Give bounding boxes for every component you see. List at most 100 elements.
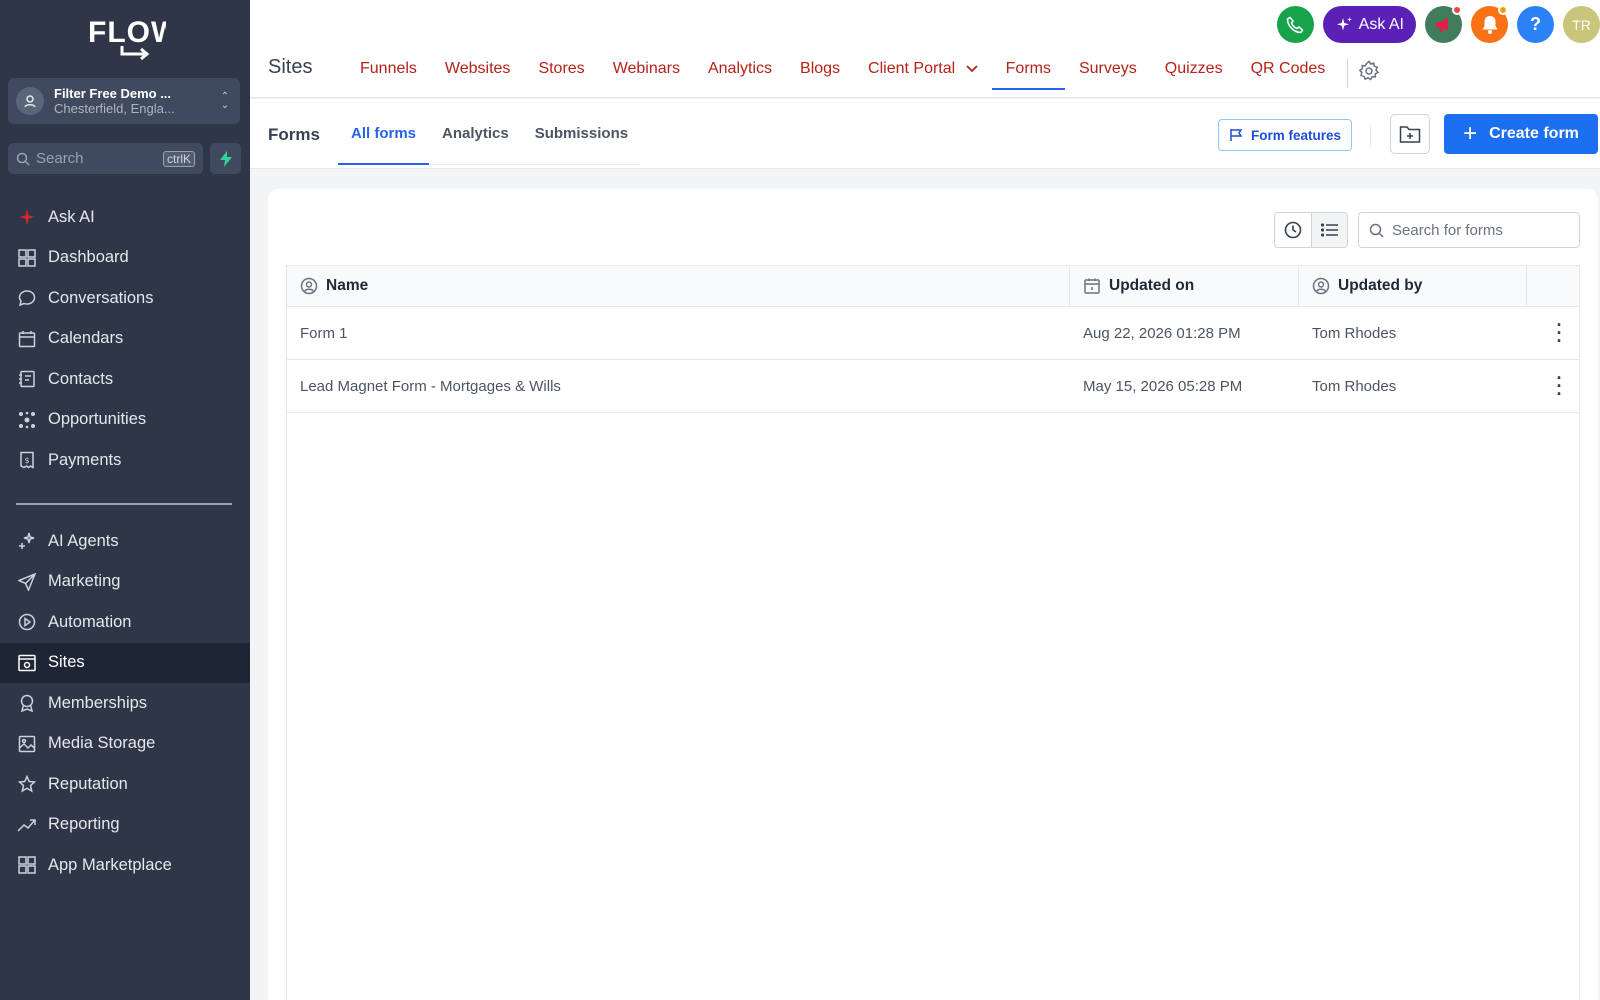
column-updated-by-label: Updated by xyxy=(1338,277,1423,294)
sidebar-item-label: Reporting xyxy=(48,815,120,834)
automation-icon xyxy=(17,612,37,632)
sites-icon xyxy=(17,653,37,673)
sidebar-item-label: Media Storage xyxy=(48,734,156,753)
top-nav-websites[interactable]: Websites xyxy=(431,50,525,90)
forms-table: Name Updated on Updated by Form 1 Aug 22… xyxy=(286,265,1580,1000)
tab-submissions[interactable]: Submissions xyxy=(522,113,641,164)
sidebar-item-media-storage[interactable]: Media Storage xyxy=(0,724,250,765)
sidebar-item-sites[interactable]: Sites xyxy=(0,642,250,683)
sidebar-item-label: Contacts xyxy=(48,369,114,388)
form-updated-on: Aug 22, 2026 01:28 PM xyxy=(1083,324,1241,342)
form-updated-by: Tom Rhodes xyxy=(1312,324,1397,342)
flow-logo[interactable]: FLOW xyxy=(86,12,179,62)
settings-gear-icon[interactable] xyxy=(1358,50,1380,90)
top-nav-client-portal-label: Client Portal xyxy=(868,60,956,77)
avatar-initials: TR xyxy=(1572,16,1591,33)
top-nav-client-portal[interactable]: Client Portal xyxy=(854,50,992,90)
form-name[interactable]: Form 1 xyxy=(287,325,1070,342)
ask-ai-label: Ask AI xyxy=(1358,15,1404,33)
list-view-button[interactable] xyxy=(1311,213,1347,247)
sidebar-item-label: Dashboard xyxy=(48,248,129,267)
top-nav-funnels[interactable]: Funnels xyxy=(346,50,431,90)
opportunities-icon xyxy=(17,410,37,430)
sidebar-item-ask-ai[interactable]: Ask AI xyxy=(0,197,250,238)
nav-separator xyxy=(1347,58,1349,88)
sidebar-item-reporting[interactable]: Reporting xyxy=(0,805,250,846)
top-nav-forms[interactable]: Forms xyxy=(991,50,1066,90)
view-toggle xyxy=(1274,212,1348,248)
sidebar-item-marketing[interactable]: Marketing xyxy=(0,562,250,603)
top-nav-blogs[interactable]: Blogs xyxy=(786,50,854,90)
sidebar-item-reputation[interactable]: Reputation xyxy=(0,764,250,805)
account-location: Chesterfield, Engla... xyxy=(54,101,175,116)
recent-view-button[interactable] xyxy=(1275,213,1311,247)
sidebar-item-label: Payments xyxy=(48,450,122,469)
form-updated-on: May 15, 2026 05:28 PM xyxy=(1083,377,1243,395)
svg-text:FLOW: FLOW xyxy=(88,16,166,49)
ai-agents-icon xyxy=(17,531,37,551)
help-icon: ? xyxy=(1530,14,1541,34)
row-menu-button[interactable]: · · · xyxy=(1527,316,1579,350)
sidebar-search[interactable]: Search ctrlK xyxy=(8,143,203,174)
tab-all-forms[interactable]: All forms xyxy=(338,113,430,165)
quick-actions-button[interactable] xyxy=(210,143,241,174)
announcements-button[interactable] xyxy=(1425,5,1462,43)
notification-dot xyxy=(1452,5,1462,15)
column-updated-on-label: Updated on xyxy=(1109,277,1195,294)
account-switcher[interactable]: Filter Free Demo ... Chesterfield, Engla… xyxy=(8,78,240,124)
ask-ai-button[interactable]: Ask AI xyxy=(1322,6,1416,43)
top-nav-webinars[interactable]: Webinars xyxy=(599,50,694,90)
column-actions xyxy=(1527,266,1579,306)
header-separator xyxy=(1370,125,1371,147)
sidebar-item-dashboard[interactable]: Dashboard xyxy=(0,238,250,279)
top-nav-quizzes[interactable]: Quizzes xyxy=(1151,50,1237,90)
sidebar-item-automation[interactable]: Automation xyxy=(0,602,250,643)
notifications-button[interactable] xyxy=(1471,5,1508,43)
sidebar-item-conversations[interactable]: Conversations xyxy=(0,278,250,319)
form-name[interactable]: Lead Magnet Form - Mortgages & Wills xyxy=(287,378,1070,395)
sidebar-item-label: Automation xyxy=(48,612,132,631)
table-row[interactable]: Form 1 Aug 22, 2026 01:28 PM Tom Rhodes … xyxy=(287,307,1579,360)
sidebar-item-contacts[interactable]: Contacts xyxy=(0,359,250,400)
phone-button[interactable] xyxy=(1276,6,1314,43)
sidebar-item-app-marketplace[interactable]: App Marketplace xyxy=(0,845,250,886)
top-nav-qr-codes[interactable]: QR Codes xyxy=(1237,50,1340,90)
list-icon xyxy=(1320,223,1338,237)
column-updated-by[interactable]: Updated by xyxy=(1299,266,1527,306)
create-form-label: Create form xyxy=(1489,125,1579,142)
sidebar-item-ai-agents[interactable]: AI Agents xyxy=(0,521,250,562)
folder-plus-icon xyxy=(1399,126,1421,143)
send-icon xyxy=(17,572,37,592)
sidebar-item-memberships[interactable]: Memberships xyxy=(0,683,250,724)
create-form-button[interactable]: + Create form xyxy=(1444,114,1598,154)
payments-icon: $ xyxy=(17,450,37,470)
section-title: Sites xyxy=(268,56,313,78)
table-row[interactable]: Lead Magnet Form - Mortgages & Wills May… xyxy=(287,360,1579,413)
more-vertical-icon: · · · xyxy=(1556,368,1563,404)
column-updated-on[interactable]: Updated on xyxy=(1070,266,1299,306)
search-placeholder: Search for forms xyxy=(1392,221,1503,239)
help-button[interactable]: ? xyxy=(1517,6,1554,43)
notification-dot xyxy=(1498,5,1508,15)
new-folder-button[interactable] xyxy=(1390,114,1430,154)
shortcut-hint: ctrlK xyxy=(163,150,195,167)
sidebar-item-payments[interactable]: $ Payments xyxy=(0,440,250,481)
top-nav-stores[interactable]: Stores xyxy=(524,50,598,90)
top-nav-surveys[interactable]: Surveys xyxy=(1065,50,1151,90)
bolt-icon xyxy=(219,150,232,167)
sidebar-item-label: Opportunities xyxy=(48,410,147,429)
sidebar: FLOW Filter Free Demo ... Chesterfield, … xyxy=(0,0,250,1000)
user-avatar[interactable]: TR xyxy=(1563,6,1600,43)
sidebar-item-calendars[interactable]: Calendars xyxy=(0,319,250,360)
tab-analytics[interactable]: Analytics xyxy=(429,113,522,164)
forms-search-input[interactable]: Search for forms xyxy=(1358,212,1580,248)
sidebar-item-label: Conversations xyxy=(48,288,154,307)
column-name[interactable]: Name xyxy=(287,266,1070,306)
row-menu-button[interactable]: · · · xyxy=(1527,368,1579,404)
plus-icon: + xyxy=(1463,120,1478,147)
form-features-button[interactable]: Form features xyxy=(1218,119,1353,151)
sidebar-item-opportunities[interactable]: Opportunities xyxy=(0,400,250,441)
award-icon xyxy=(17,693,37,713)
top-nav-analytics[interactable]: Analytics xyxy=(694,50,786,90)
sidebar-divider xyxy=(16,503,232,505)
